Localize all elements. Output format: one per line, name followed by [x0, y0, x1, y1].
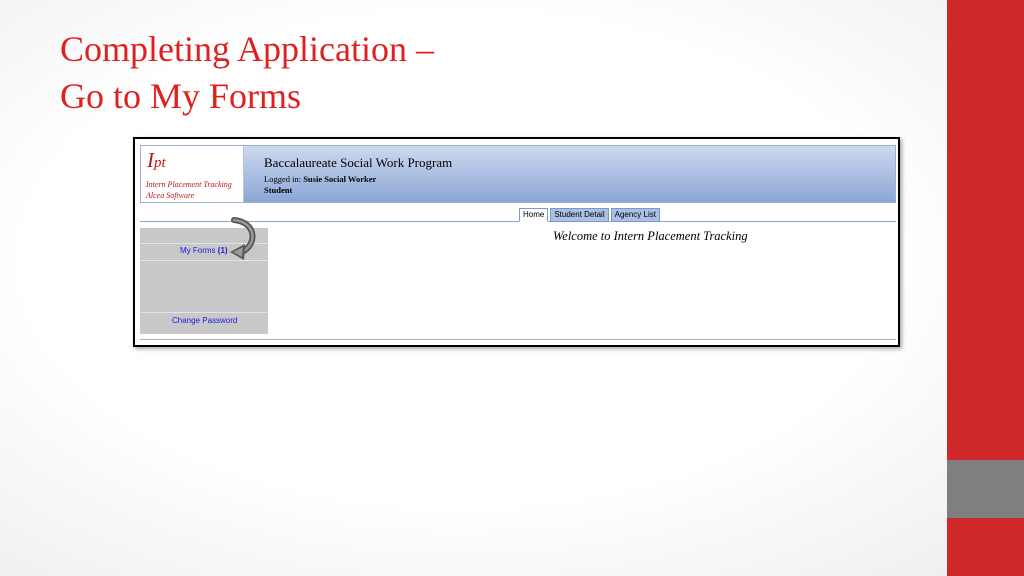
user-role: Student — [264, 185, 293, 195]
tab-agency-list[interactable]: Agency List — [610, 208, 660, 222]
app-screenshot: Ipt Intern Placement Tracking Alcea Soft… — [133, 137, 900, 347]
logged-in-user: Susie Social Worker — [303, 174, 377, 184]
login-info: Logged in: Susie Social Worker Student — [264, 174, 376, 196]
change-password-link[interactable]: Change Password — [172, 316, 237, 325]
welcome-message: Welcome to Intern Placement Tracking — [553, 229, 748, 243]
logo-letter: I — [147, 148, 154, 172]
tab-bar: Home Student Detail Agency List — [519, 208, 660, 222]
app-header: Ipt Intern Placement Tracking Alcea Soft… — [140, 145, 896, 203]
decorative-red-bar — [947, 0, 1024, 460]
tab-student-detail[interactable]: Student Detail — [550, 208, 609, 222]
my-forms-link[interactable]: My Forms (1) — [180, 246, 228, 255]
program-title: Baccalaureate Social Work Program — [264, 155, 453, 170]
decorative-red-bar-bottom — [947, 518, 1024, 576]
slide-title-line2: Go to My Forms — [60, 76, 302, 116]
app-logo: Ipt Intern Placement Tracking Alcea Soft… — [141, 146, 244, 202]
my-forms-count: (1) — [217, 246, 228, 255]
logo-company: Alcea Software — [146, 191, 195, 200]
logged-in-label: Logged in: — [264, 174, 302, 184]
logo-subtitle: Intern Placement Tracking — [146, 180, 232, 189]
logo-suffix: pt — [154, 155, 166, 171]
tab-home[interactable]: Home — [519, 208, 549, 222]
slide-title: Completing Application – Go to My Forms — [60, 26, 434, 120]
slide-title-line1: Completing Application – — [60, 29, 434, 69]
sidebar-divider — [140, 312, 268, 313]
curved-arrow-icon — [230, 217, 256, 260]
my-forms-label: My Forms — [180, 246, 216, 255]
decorative-gray-bar — [947, 460, 1024, 518]
content-bottom-border — [140, 339, 896, 340]
